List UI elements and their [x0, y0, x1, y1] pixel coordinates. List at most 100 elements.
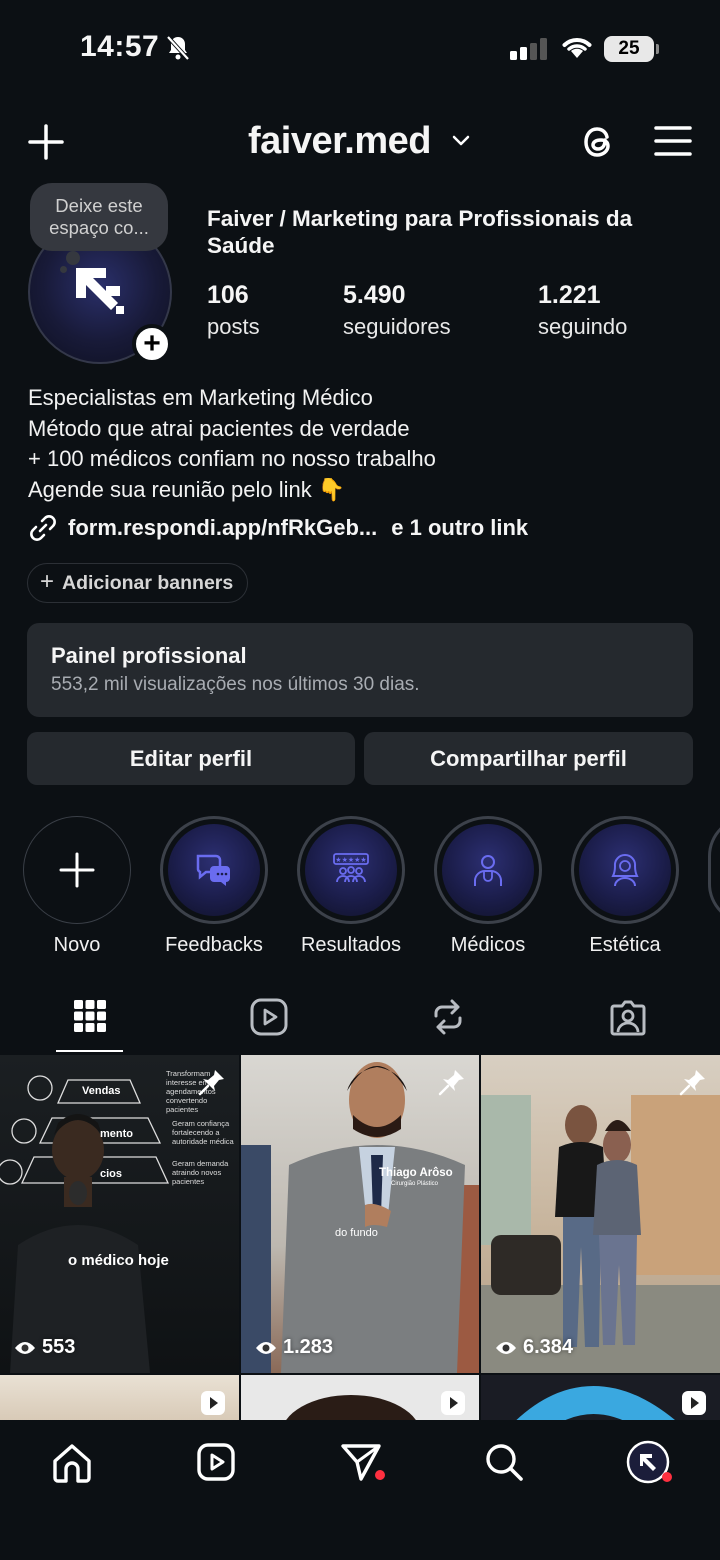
link-icon [28, 513, 58, 543]
post-tile[interactable]: Thiago Arôso Cirurgião Plástico do fundo… [241, 1055, 479, 1373]
highlight-ring [23, 816, 131, 924]
wifi-icon [560, 34, 594, 60]
profile-tabs [0, 990, 720, 1054]
dashboard-subtitle: 553,2 mil visualizações nos últimos 30 d… [51, 674, 420, 695]
stat-posts[interactable]: 106 posts [207, 281, 260, 340]
menu-icon[interactable] [654, 124, 692, 158]
highlight-ring [571, 816, 679, 924]
bio-line: Agende sua reunião pelo link 👇 [28, 476, 346, 502]
chat-bubbles-icon [196, 854, 230, 886]
profile-full-name: Faiver / Marketing para Profissionais da… [207, 206, 633, 258]
highlight-results[interactable]: ★★★★★ Resultados [297, 816, 405, 957]
highlight-aesthetics[interactable]: Estética [571, 816, 679, 957]
highlight-label: Médicos [450, 934, 526, 956]
doctor-icon [474, 855, 502, 886]
highlight-ring [160, 816, 268, 924]
status-time: 14:57 [80, 30, 160, 63]
svg-text:★★★★★: ★★★★★ [335, 856, 366, 864]
highlight-partial[interactable] [708, 816, 720, 924]
bio-line: Especialistas em Marketing Médico [28, 385, 373, 410]
stat-value: 106 [207, 281, 249, 309]
add-story-button[interactable]: + [132, 324, 172, 364]
eye-icon [496, 1341, 516, 1354]
threads-icon[interactable] [580, 122, 618, 162]
add-banners-button[interactable]: + Adicionar banners [27, 563, 249, 603]
notification-dot [662, 1472, 672, 1482]
stat-value: 1.221 [538, 281, 601, 309]
stat-label: seguidores [343, 314, 451, 339]
stat-followers[interactable]: 5.490 seguidores [343, 281, 451, 340]
stat-label: seguindo [538, 314, 628, 339]
search-icon[interactable] [484, 1442, 524, 1482]
overlay-name: Thiago Arôso [379, 1167, 453, 1179]
battery-icon: 25 [604, 36, 659, 62]
profile-links[interactable]: form.respondi.app/nfRkGeb... e 1 outro l… [28, 513, 528, 543]
active-tab-indicator [56, 1050, 123, 1052]
view-count-value: 1.283 [283, 1336, 334, 1358]
view-count: 6.384 [495, 1336, 573, 1359]
professional-dashboard[interactable]: Painel profissional 553,2 mil visualizaç… [27, 623, 693, 717]
grid-icon[interactable] [73, 998, 107, 1034]
reels-icon [439, 1389, 467, 1417]
chevron-down-icon[interactable] [451, 134, 471, 148]
eye-icon [15, 1341, 35, 1354]
view-count-value: 553 [42, 1336, 76, 1358]
bell-slash-icon [166, 35, 190, 61]
plus-icon[interactable] [26, 122, 66, 162]
highlight-label: Resultados [300, 934, 402, 956]
profile-link[interactable]: form.respondi.app/nfRkGeb... [68, 515, 377, 541]
signal-icon [510, 38, 548, 60]
post-tile[interactable]: Vendas mento cios Transformam interesse … [0, 1055, 239, 1373]
diagram-label: Vendas [82, 1085, 121, 1097]
username-title[interactable]: faiver.med [248, 120, 432, 163]
diagram-label: cios [100, 1168, 123, 1180]
edit-profile-button[interactable]: Editar perfil [27, 732, 355, 785]
reels-icon[interactable] [196, 1442, 236, 1482]
stat-label: posts [207, 314, 260, 339]
pin-icon [197, 1067, 227, 1097]
share-profile-button[interactable]: Compartilhar perfil [364, 732, 693, 785]
bio-line: Método que atrai pacientes de verdade [28, 415, 410, 441]
post-tile[interactable]: 6.384 [481, 1055, 720, 1373]
tagged-icon[interactable] [609, 998, 647, 1036]
highlight-new[interactable]: Novo [23, 816, 131, 957]
highlight-feedbacks[interactable]: Feedbacks [160, 816, 268, 957]
dashboard-title: Painel profissional [51, 643, 247, 668]
profile-header: faiver.med [0, 110, 720, 174]
profile-bio: Especialistas em Marketing Médico Método… [28, 383, 436, 505]
overlay-subtitle: Cirurgião Plástico [391, 1181, 439, 1187]
posts-grid: Vendas mento cios Transformam interesse … [0, 1055, 720, 1435]
reposts-icon[interactable] [430, 998, 466, 1036]
plus-icon [59, 852, 95, 888]
more-links[interactable]: e 1 outro link [391, 515, 528, 541]
diagram-note: Geram confiança fortalecendo a autoridad… [172, 1119, 234, 1146]
diagram-label: mento [100, 1128, 133, 1140]
note-bubble[interactable]: Deixe este espaço co... [30, 183, 168, 273]
post-caption-overlay: o médico hoje [68, 1252, 169, 1269]
eye-icon [256, 1341, 276, 1354]
highlight-doctors[interactable]: Médicos [434, 816, 542, 957]
pin-icon [678, 1067, 708, 1097]
view-count: 553 [14, 1336, 75, 1359]
highlight-ring: ★★★★★ [297, 816, 405, 924]
post-image [481, 1095, 720, 1373]
highlight-ring [434, 816, 542, 924]
notification-dot [375, 1470, 385, 1480]
reels-icon[interactable] [250, 998, 288, 1036]
stat-value: 5.490 [343, 281, 406, 309]
woman-face-icon [611, 853, 639, 887]
home-icon[interactable] [51, 1442, 93, 1484]
stat-following[interactable]: 1.221 seguindo [538, 281, 627, 340]
plus-icon: + [40, 568, 55, 595]
view-count: 1.283 [255, 1336, 333, 1359]
faiver-logo-icon [72, 264, 128, 320]
reels-icon [680, 1389, 708, 1417]
diagram-note: Geram demanda atraindo novos pacientes [172, 1159, 229, 1186]
bottom-navigation [0, 1420, 720, 1560]
highlight-label: Novo [53, 934, 101, 956]
bio-line: + 100 médicos confiam no nosso trabalho [28, 446, 436, 471]
add-banners-label: Adicionar banners [62, 571, 234, 594]
status-bar: 14:57 25 [0, 0, 720, 100]
view-count-value: 6.384 [523, 1336, 574, 1358]
highlight-label: Feedbacks [165, 934, 263, 956]
